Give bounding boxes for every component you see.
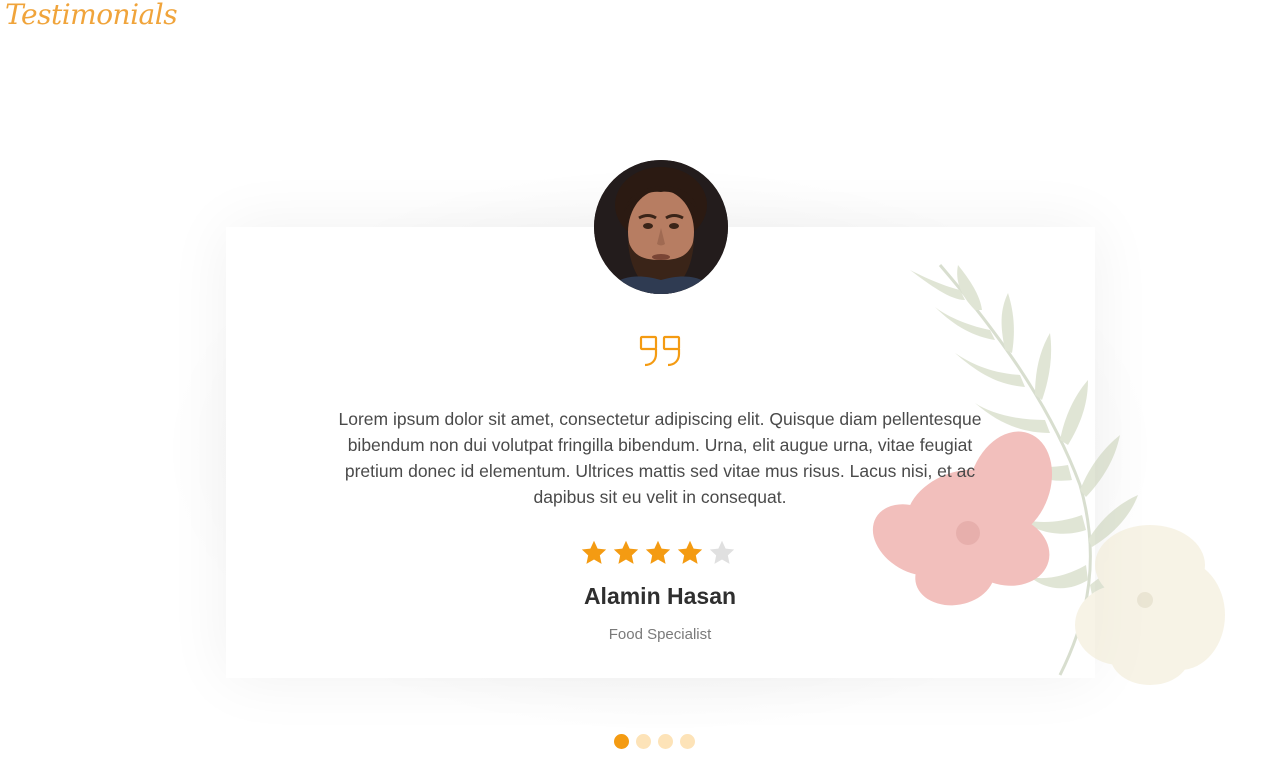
star-rating [580,538,742,572]
carousel-pagination [614,734,695,749]
avatar [594,160,728,294]
star-filled-icon [645,540,671,564]
star-filled-icon [581,540,607,564]
pagination-dot-2[interactable] [636,734,651,749]
star-filled-icon [613,540,639,564]
testimonial-quote: Lorem ipsum dolor sit amet, consectetur … [338,409,982,507]
section-title: Testimonials [5,0,178,31]
testimonials-section: Testimonials Lorem ipsum dolor sit amet,… [0,0,1273,770]
person-portrait-icon [594,160,728,294]
reviewer-role: Food Specialist [608,626,712,643]
quote-icon [639,335,681,367]
star-empty-icon [709,540,735,564]
reviewer-name: Alamin Hasan [583,583,737,609]
pagination-dot-3[interactable] [658,734,673,749]
pagination-dot-1[interactable] [614,734,629,749]
star-filled-icon [677,540,703,564]
pagination-dot-4[interactable] [680,734,695,749]
